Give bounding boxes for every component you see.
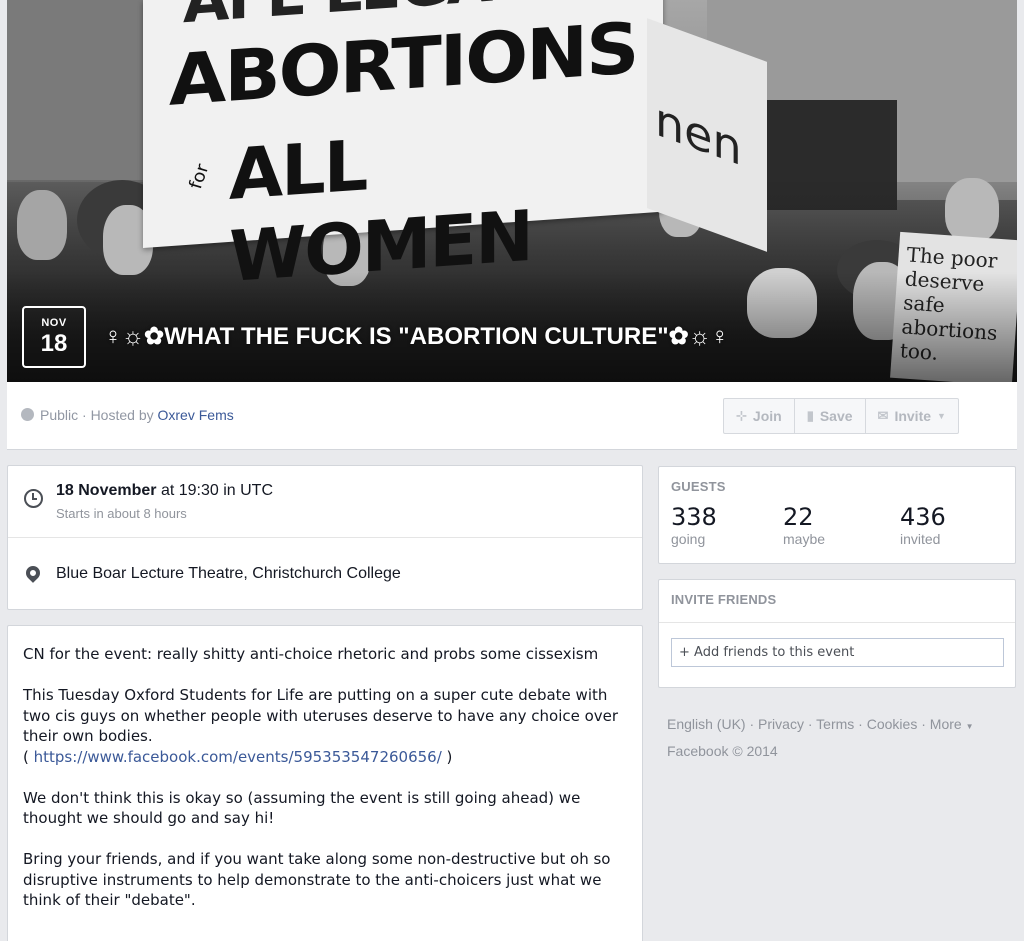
invited-stat[interactable]: 436 invited (900, 503, 946, 547)
event-details-panel: 18 November at 19:30 in UTC Starts in ab… (7, 465, 643, 610)
invite-friends-panel: INVITE FRIENDS + Add friends to this eve… (658, 579, 1016, 688)
footer-more-link[interactable]: More (930, 716, 962, 732)
invite-friends-title: INVITE FRIENDS (671, 592, 777, 607)
footer-copyright: Facebook © 2014 (667, 743, 778, 759)
description-paragraph: CN for the event: really shitty anti-cho… (23, 645, 599, 663)
event-link[interactable]: https://www.facebook.com/events/59535354… (34, 748, 442, 766)
description-paragraph: We don't think this is okay so (assuming… (23, 788, 581, 828)
event-title: ♀☼✿WHAT THE FUCK IS "ABORTION CULTURE"✿☼… (104, 323, 729, 350)
footer-terms-link[interactable]: Terms (816, 716, 854, 732)
join-button[interactable]: ⊹ Join (724, 399, 795, 433)
footer-privacy-link[interactable]: Privacy (758, 716, 804, 732)
description-paragraph: Bring your friends, and if you want take… (23, 850, 611, 909)
description-paragraph: This Tuesday Oxford Students for Life ar… (23, 686, 619, 766)
going-stat[interactable]: 338 going (671, 503, 717, 547)
footer-language-link[interactable]: English (UK) (667, 716, 746, 732)
location-pin-icon (23, 563, 43, 583)
maybe-stat[interactable]: 22 maybe (783, 503, 825, 547)
event-datetime: 18 November at 19:30 in UTC (56, 482, 273, 499)
event-date-badge: NOV 18 (22, 306, 86, 368)
footer-cookies-link[interactable]: Cookies (867, 716, 918, 732)
invite-button[interactable]: ✉ Invite ▼ (866, 399, 958, 433)
globe-icon (21, 408, 34, 421)
event-month: NOV (41, 317, 67, 329)
guests-panel: GUESTS 338 going 22 maybe 436 invited (658, 466, 1016, 564)
add-friends-input[interactable]: + Add friends to this event (671, 638, 1004, 667)
event-description: CN for the event: really shitty anti-cho… (7, 625, 643, 941)
event-header-bar: Public · Hosted by Oxrev Fems ⊹ Join ▮ Sav… (7, 382, 1017, 450)
event-day: 18 (40, 330, 68, 357)
page-footer: English (UK) · Privacy · Terms · Cookies… (667, 712, 1007, 763)
envelope-icon: ✉ (877, 408, 889, 423)
event-relative-time: Starts in about 8 hours (56, 506, 187, 521)
event-actions: ⊹ Join ▮ Save ✉ Invite ▼ (723, 398, 959, 434)
chevron-down-icon: ▼ (965, 722, 974, 731)
join-icon: ⊹ (736, 408, 747, 423)
save-button[interactable]: ▮ Save (795, 399, 866, 433)
chevron-down-icon: ▼ (937, 411, 946, 421)
protest-banner: AFE LEGA ABORTIONS for ALL WOMEN (143, 0, 663, 298)
clock-icon (24, 489, 43, 508)
guests-title: GUESTS (671, 479, 726, 494)
event-location[interactable]: Blue Boar Lecture Theatre, Christchurch … (56, 565, 401, 583)
bookmark-icon: ▮ (806, 408, 814, 423)
host-link[interactable]: Oxrev Fems (158, 407, 234, 423)
event-privacy: Public · Hosted by Oxrev Fems (21, 407, 234, 423)
